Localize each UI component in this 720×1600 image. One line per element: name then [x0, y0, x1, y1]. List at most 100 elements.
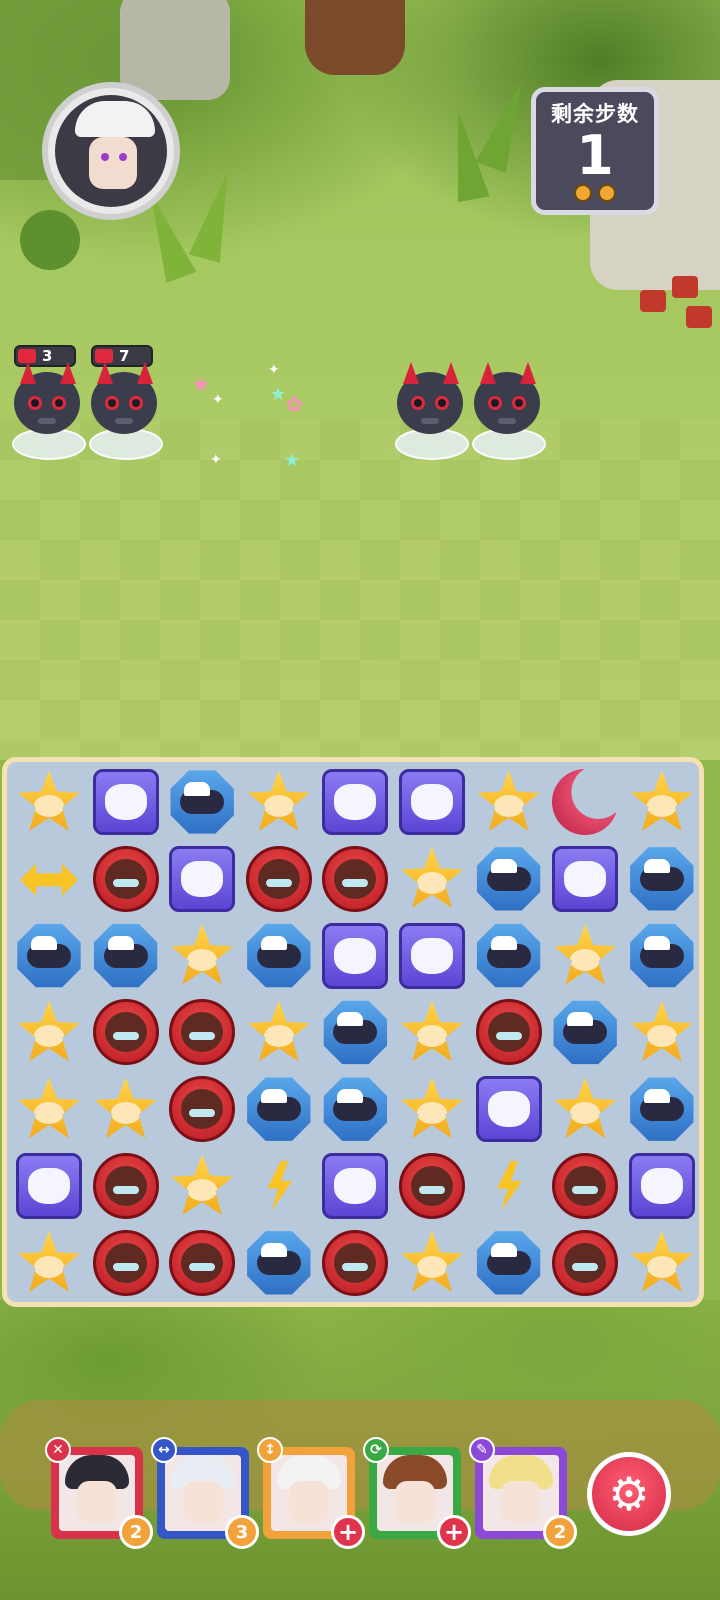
board-cell[interactable]: [549, 1150, 621, 1222]
enemy-imp[interactable]: [468, 362, 546, 462]
gem-face: [486, 1242, 531, 1275]
board-cell[interactable]: [243, 996, 315, 1068]
settings-button[interactable]: ⚙: [587, 1452, 671, 1536]
gem-face: [333, 1089, 378, 1122]
board-cell[interactable]: [396, 1073, 468, 1145]
board-cell[interactable]: [396, 996, 468, 1068]
board-cell[interactable]: [166, 1073, 238, 1145]
board-cell[interactable]: [166, 1150, 238, 1222]
board-cell[interactable]: [166, 843, 238, 915]
board-cell[interactable]: [396, 1150, 468, 1222]
board-cell[interactable]: [549, 1073, 621, 1145]
board-cell[interactable]: [90, 843, 162, 915]
bolt-gem: [476, 1153, 542, 1219]
board-cell[interactable]: [166, 920, 238, 992]
board-cell[interactable]: [626, 766, 698, 838]
gem-face: [639, 858, 684, 891]
board-cell[interactable]: [243, 1150, 315, 1222]
board-cell[interactable]: [13, 843, 85, 915]
board-cell[interactable]: [13, 1150, 85, 1222]
enemy-imp[interactable]: [391, 362, 469, 462]
board-cell[interactable]: [90, 1227, 162, 1299]
enemy-hp-fill: [95, 349, 113, 363]
gem-face: [180, 782, 225, 814]
sparkle-effect: ✦: [268, 362, 280, 378]
blue-gem: [170, 770, 234, 834]
gem-face: [110, 1102, 141, 1125]
red-gem: [552, 1229, 619, 1296]
board-cell[interactable]: [166, 766, 238, 838]
board-cell[interactable]: [13, 1227, 85, 1299]
blue-gem: [247, 1077, 311, 1141]
board-cell[interactable]: [473, 1227, 545, 1299]
gem-face: [417, 871, 447, 894]
board-cell[interactable]: [319, 766, 391, 838]
board-cell[interactable]: [243, 766, 315, 838]
hero-card[interactable]: ⟳ +: [363, 1437, 471, 1549]
board-cell[interactable]: [396, 843, 468, 915]
board-cell[interactable]: [13, 1073, 85, 1145]
board-cell[interactable]: [319, 920, 391, 992]
board-cell[interactable]: [166, 1227, 238, 1299]
hero-card[interactable]: ✎ 2: [469, 1437, 577, 1549]
board-cell[interactable]: [549, 1227, 621, 1299]
player-avatar[interactable]: [42, 82, 180, 220]
board-cell[interactable]: [473, 996, 545, 1068]
board-cell[interactable]: [473, 1150, 545, 1222]
board-cell[interactable]: [626, 843, 698, 915]
board-cell[interactable]: [90, 1150, 162, 1222]
gem-face: [646, 794, 677, 817]
board-cell[interactable]: [319, 1227, 391, 1299]
board-cell[interactable]: [626, 996, 698, 1068]
star-gem: [630, 1231, 693, 1292]
board-cell[interactable]: [549, 996, 621, 1068]
board-cell[interactable]: [626, 1073, 698, 1145]
star-gem: [400, 1000, 464, 1062]
board-cell[interactable]: [396, 766, 468, 838]
board-cell[interactable]: [13, 996, 85, 1068]
gem-face: [639, 1089, 684, 1122]
board-cell[interactable]: [90, 1073, 162, 1145]
board-cell[interactable]: [626, 1227, 698, 1299]
hero-card[interactable]: ↔ 3: [151, 1437, 259, 1549]
board-cell[interactable]: [13, 920, 85, 992]
board-cell[interactable]: [473, 920, 545, 992]
board-cell[interactable]: [396, 920, 468, 992]
board-cell[interactable]: [319, 843, 391, 915]
board-cell[interactable]: [473, 766, 545, 838]
hero-face: [395, 1481, 435, 1523]
board-cell[interactable]: [396, 1227, 468, 1299]
board-cell[interactable]: [90, 996, 162, 1068]
board-cell[interactable]: [626, 920, 698, 992]
board-cell[interactable]: [243, 1073, 315, 1145]
enemy-imp[interactable]: [8, 362, 86, 462]
gem-face: [334, 1168, 377, 1204]
hero-card[interactable]: ✕ 2: [45, 1437, 153, 1549]
board-cell[interactable]: [243, 843, 315, 915]
enemy-imp[interactable]: [85, 362, 163, 462]
board-cell[interactable]: [473, 843, 545, 915]
board-cell[interactable]: [549, 843, 621, 915]
gem-face: [646, 1255, 677, 1278]
board-cell[interactable]: [319, 1073, 391, 1145]
gem-face: [333, 1012, 378, 1045]
gem-face: [104, 858, 147, 899]
hero-card[interactable]: ↕ +: [257, 1437, 365, 1549]
hero-heal-badge: +: [331, 1515, 365, 1549]
board-cell[interactable]: [473, 1073, 545, 1145]
board-cell[interactable]: [626, 1150, 698, 1222]
sparkle-effect: ★: [192, 372, 210, 396]
board-cell[interactable]: [549, 920, 621, 992]
board-cell[interactable]: [243, 920, 315, 992]
board-cell[interactable]: [319, 1150, 391, 1222]
board-cell[interactable]: [90, 920, 162, 992]
board-cell[interactable]: [243, 1227, 315, 1299]
gem-face: [486, 858, 531, 891]
board-cell[interactable]: [90, 766, 162, 838]
board-cell[interactable]: [319, 996, 391, 1068]
gem-face: [256, 935, 301, 968]
background-brick: [640, 290, 666, 312]
board-cell[interactable]: [166, 996, 238, 1068]
board-cell[interactable]: [549, 766, 621, 838]
board-cell[interactable]: [13, 766, 85, 838]
